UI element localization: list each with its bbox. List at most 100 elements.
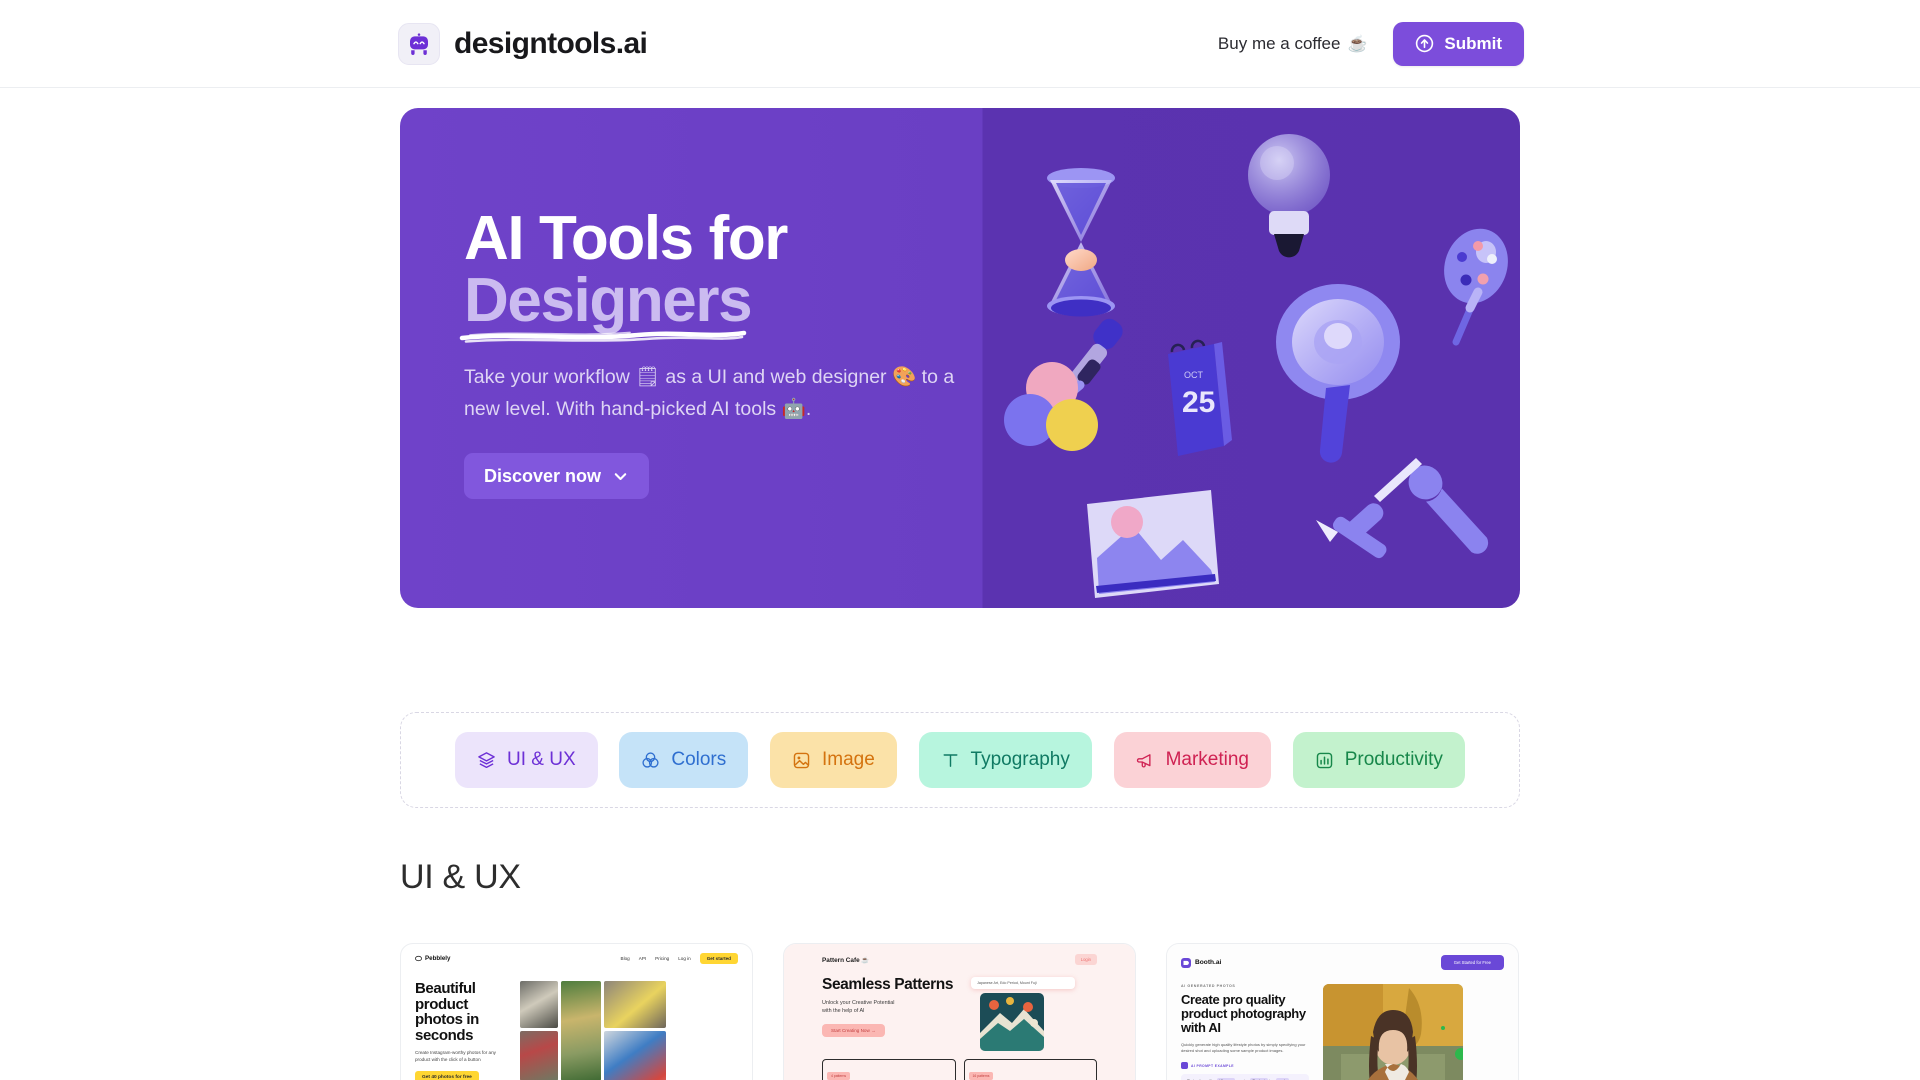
pattern-cafe-button: Start Creating Now → — [822, 1024, 885, 1038]
buy-me-a-coffee-link[interactable]: Buy me a coffee ☕ — [1218, 34, 1367, 54]
collection-card: 16 patterns — [963, 1059, 1097, 1080]
underline-stroke-icon — [459, 330, 747, 343]
image-placeholder-illustration — [1087, 490, 1219, 598]
megaphone-illustration — [1276, 284, 1400, 463]
paint-palette-illustration — [1444, 228, 1508, 346]
category-label: UI & UX — [507, 749, 576, 770]
category-pill-colors[interactable]: Colors — [619, 732, 749, 788]
hero-banner: AI Tools for Designers Take your workflo… — [400, 108, 1520, 608]
wrench-illustration — [1408, 465, 1489, 554]
booth-ai-eyebrow: AI GENERATED PHOTOS — [1181, 984, 1236, 988]
tool-card-pebblely[interactable]: Pebblely Blog API Pricing Log in Get sta… — [400, 943, 753, 1080]
category-label: Colors — [671, 749, 727, 770]
hero-illustration: OCT 25 — [994, 108, 1520, 608]
tool-card-booth-ai[interactable]: Booth.ai Get Started for Free AI GENERAT… — [1166, 943, 1519, 1080]
pebblely-nav-links: Blog API Pricing Log in Get started — [621, 953, 738, 964]
collection-tag: 4 patterns — [827, 1072, 851, 1080]
booth-ai-prompt-label-row: AI PROMPT EXAMPLE — [1181, 1062, 1313, 1070]
pattern-cafe-collections: 4 patterns 16 patterns — [784, 1051, 1135, 1080]
pebblely-nav: Pebblely Blog API Pricing Log in Get sta… — [401, 944, 752, 973]
megaphone-icon — [1136, 753, 1151, 767]
decorative-dot — [1455, 1048, 1463, 1060]
pebblely-brand-name: Pebblely — [425, 955, 451, 962]
category-pill-typography[interactable]: Typography — [918, 732, 1092, 788]
product-photo — [561, 981, 601, 1080]
product-photo — [520, 981, 558, 1028]
submit-button[interactable]: Submit — [1393, 21, 1524, 66]
hero-subtitle: Take your workflow 🗒 as a UI and web des… — [464, 366, 955, 420]
site-header: designtools.ai Buy me a coffee ☕ Submit — [0, 0, 1920, 88]
category-label: Image — [822, 749, 875, 770]
nav-link: Pricing — [655, 956, 670, 961]
category-pill-image[interactable]: Image — [770, 732, 897, 788]
product-photo — [520, 1031, 558, 1080]
pebblely-photo-grid — [520, 981, 666, 1080]
lightbulb-illustration — [1248, 134, 1330, 258]
pebblely-body: Beautiful product photos in seconds Crea… — [401, 973, 752, 1080]
category-label: Marketing — [1165, 749, 1249, 770]
svg-text:25: 25 — [1182, 386, 1215, 419]
pattern-cafe-desc1: Unlock your Creative Potential — [822, 1000, 895, 1007]
booth-ai-nav: Booth.ai Get Started for Free — [1167, 944, 1518, 970]
nav-link: API — [638, 956, 647, 961]
pebblely-headline: Beautiful product photos in seconds — [415, 980, 479, 1044]
sparkle-icon — [1181, 1062, 1188, 1070]
booth-logo-icon — [1181, 957, 1191, 968]
submit-label: Submit — [1444, 33, 1502, 53]
discover-label: Discover now — [484, 465, 602, 486]
venn-icon — [642, 751, 659, 768]
product-photo — [604, 1031, 666, 1080]
pebblely-copy: Beautiful product photos in seconds Crea… — [415, 981, 510, 1080]
pebblely-cta: Get started — [699, 953, 738, 964]
header-actions: Buy me a coffee ☕ Submit — [1218, 21, 1524, 66]
hero-title: AI Tools for Designers — [459, 208, 984, 343]
pattern-cafe-preview: Pattern Cafe ☕ Login Seamless Patterns U… — [784, 944, 1135, 1080]
booth-ai-prompt-label: AI PROMPT EXAMPLE — [1191, 1063, 1234, 1068]
discover-now-button[interactable]: Discover now — [464, 453, 650, 500]
booth-ai-cta: Get Started for Free — [1440, 955, 1504, 970]
booth-ai-brand: Booth.ai — [1181, 957, 1222, 968]
hero-title-line2: Designers — [464, 266, 753, 335]
pattern-cafe-headline: Seamless Patterns — [822, 976, 954, 993]
decorative-dot — [1441, 1026, 1445, 1030]
pattern-cafe-body: Seamless Patterns Unlock your Creative P… — [784, 965, 1135, 1051]
booth-ai-body: AI GENERATED PHOTOS Create pro quality p… — [1167, 970, 1518, 1080]
svg-text:OCT: OCT — [1184, 370, 1204, 380]
booth-ai-brand-name: Booth.ai — [1195, 959, 1222, 966]
pebblely-brand: Pebblely — [415, 955, 450, 962]
page-title: UI & UX — [400, 858, 521, 896]
hero-title-line1: AI Tools for — [464, 204, 788, 273]
cloud-icon — [415, 955, 422, 962]
category-label: Typography — [970, 749, 1070, 770]
brand-name: designtools.ai — [454, 26, 648, 60]
category-label: Productivity — [1344, 749, 1443, 770]
booth-ai-sample-photo — [1323, 984, 1463, 1080]
pebblely-description: Create Instagram-worthy photos for any p… — [415, 1050, 496, 1063]
hero-content: AI Tools for Designers Take your workflo… — [459, 208, 984, 500]
booth-ai-description: Quickly generate high quality lifestyle … — [1181, 1042, 1306, 1054]
tool-card-grid: Pebblely Blog API Pricing Log in Get sta… — [400, 943, 1520, 1080]
category-pill-marketing[interactable]: Marketing — [1113, 732, 1271, 788]
booth-ai-copy: AI GENERATED PHOTOS Create pro quality p… — [1181, 984, 1313, 1080]
nav-link: Log in — [678, 956, 691, 961]
hourglass-illustration — [1047, 168, 1115, 317]
arrow-up-circle-icon — [1416, 34, 1434, 53]
chart-icon — [1316, 752, 1332, 768]
pattern-cafe-prompt: Japanese Art, Edo Period, Mount Fuji — [971, 977, 1076, 989]
image-icon — [793, 752, 810, 768]
layers-icon — [478, 751, 495, 768]
category-pill-productivity[interactable]: Productivity — [1292, 732, 1465, 788]
booth-ai-preview: Booth.ai Get Started for Free AI GENERAT… — [1167, 944, 1518, 1080]
collection-card: 4 patterns — [822, 1059, 956, 1080]
product-photo — [604, 981, 666, 1028]
coffee-label: Buy me a coffee — [1217, 33, 1341, 53]
brand-logo[interactable]: designtools.ai — [398, 22, 648, 65]
pattern-cafe-brand: Pattern Cafe ☕ — [822, 956, 870, 964]
pebblely-preview: Pebblely Blog API Pricing Log in Get sta… — [401, 944, 752, 1080]
tool-card-pattern-cafe[interactable]: Pattern Cafe ☕ Login Seamless Patterns U… — [783, 943, 1136, 1080]
pattern-cafe-copy: Seamless Patterns Unlock your Creative P… — [822, 976, 954, 1051]
collection-tag: 16 patterns — [968, 1072, 994, 1080]
booth-ai-headline: Create pro quality product photography w… — [1181, 992, 1306, 1036]
pattern-cafe-generator: Japanese Art, Edo Period, Mount Fuji — [971, 977, 1076, 1051]
category-pill-ui-ux[interactable]: UI & UX — [455, 732, 598, 788]
